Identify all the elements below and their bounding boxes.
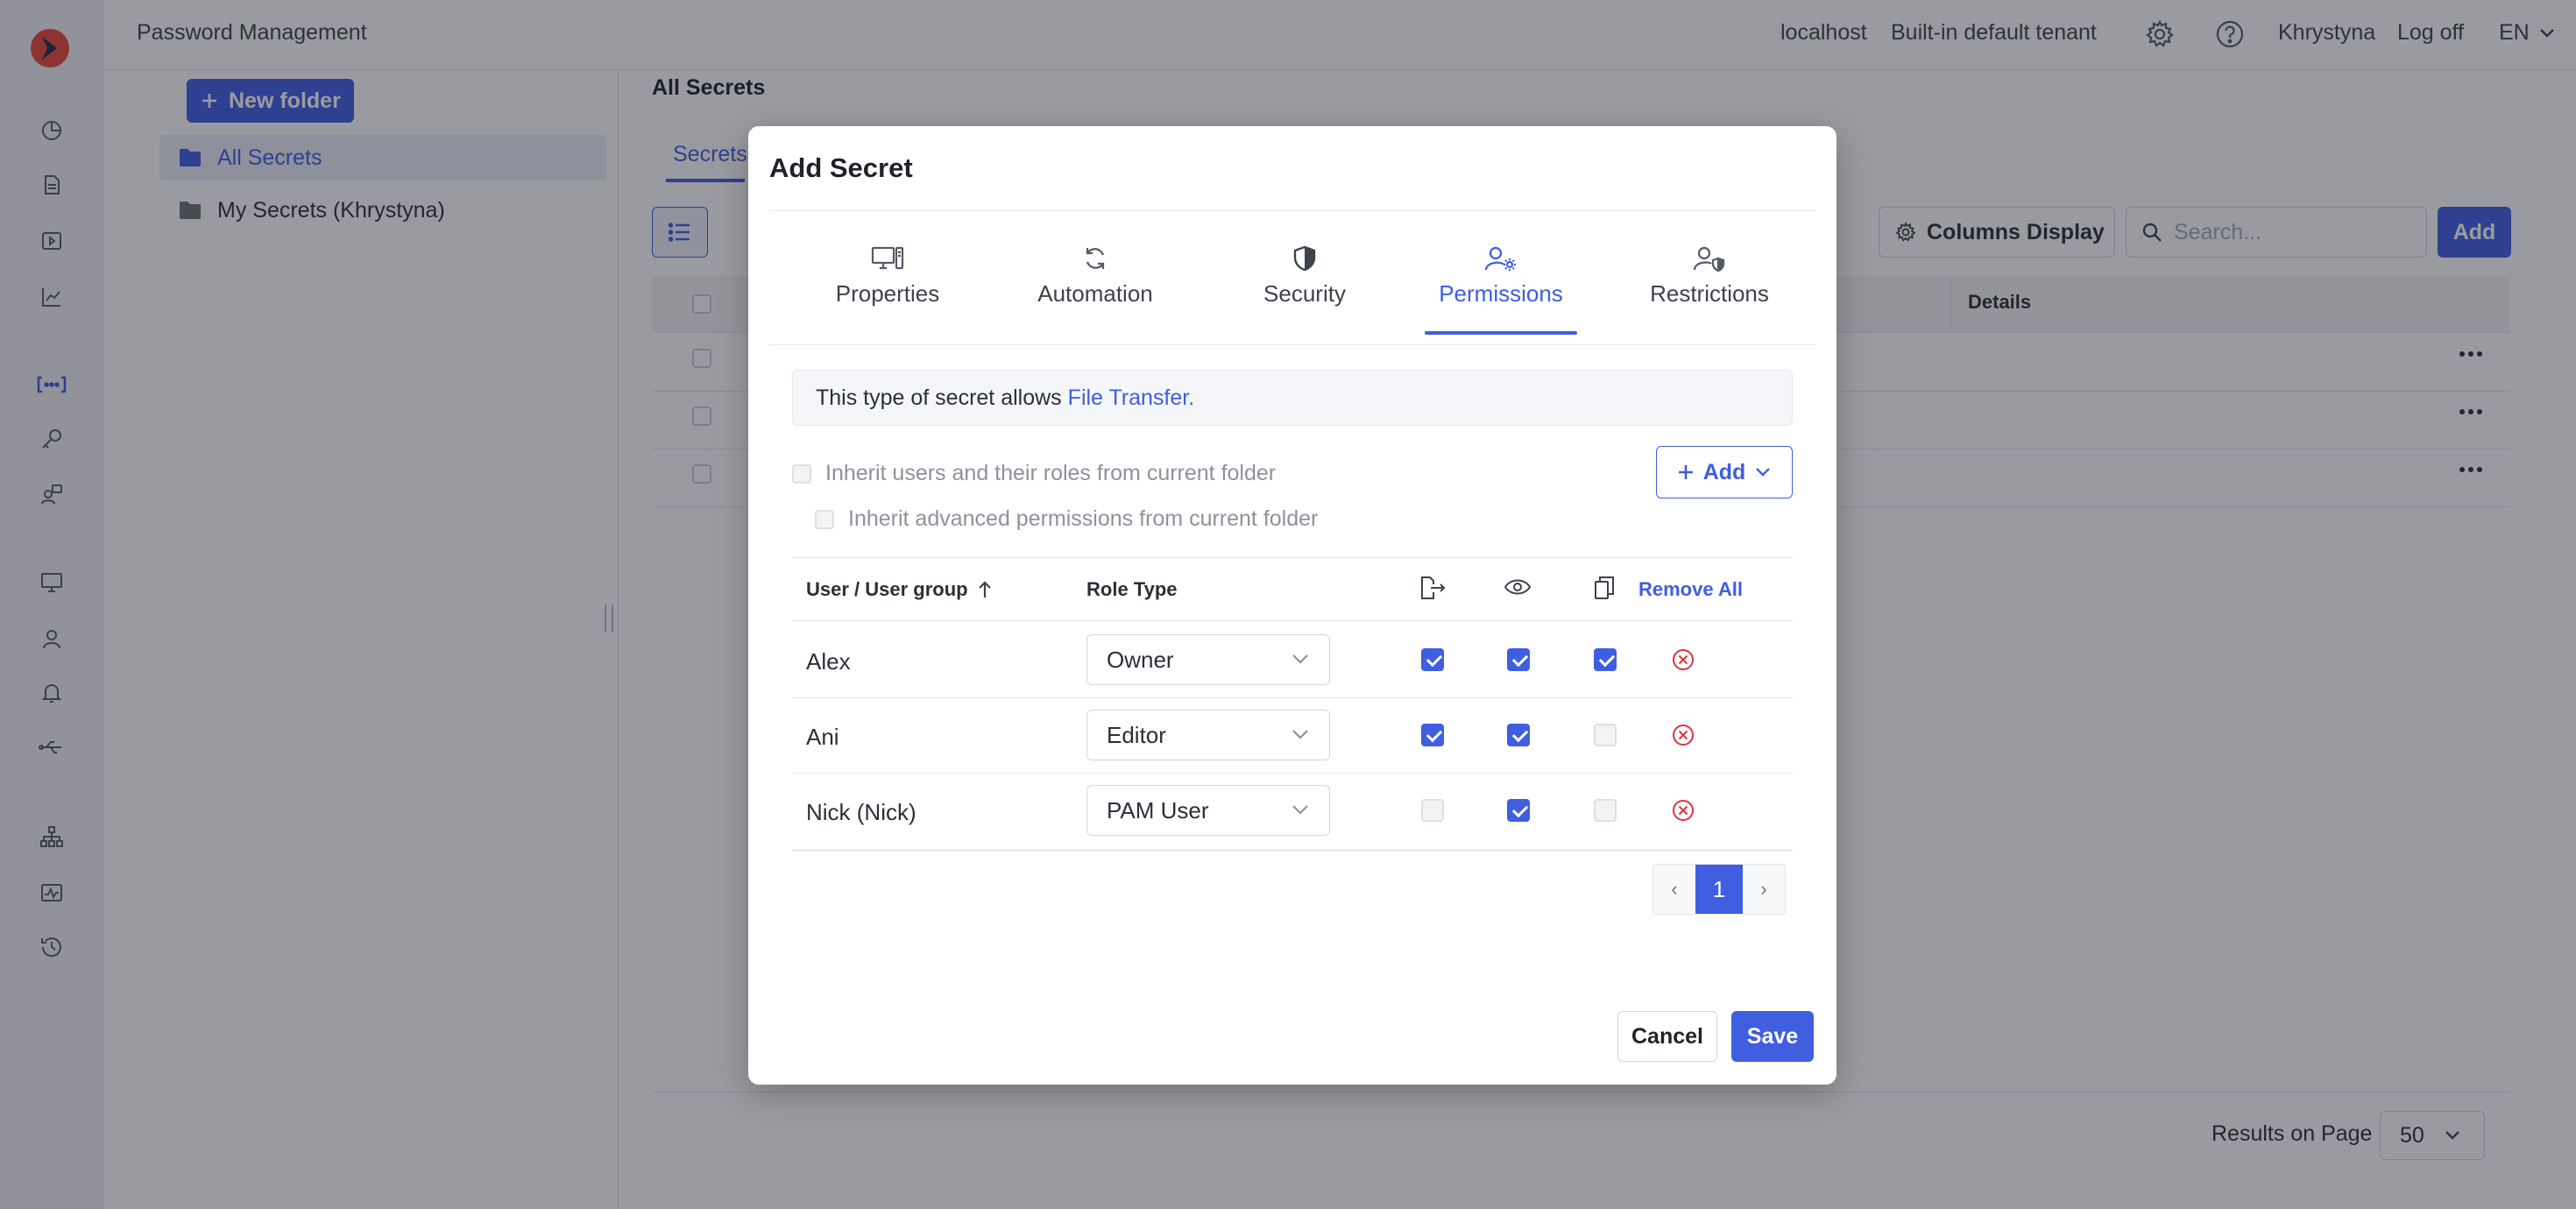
tab-label: Permissions [1439, 280, 1563, 307]
file-transfer-icon [1419, 575, 1447, 601]
chevron-down-icon [1291, 803, 1310, 816]
tab-properties[interactable]: Properties [822, 245, 953, 308]
chevron-down-icon [1291, 653, 1310, 665]
dialog-title: Add Secret [769, 152, 913, 183]
tab-label: Security [1263, 280, 1346, 307]
divider [769, 210, 1815, 211]
plus-icon [1677, 463, 1695, 481]
copy-permission-checkbox[interactable] [1594, 648, 1617, 671]
tab-security[interactable]: Security [1239, 245, 1370, 308]
info-banner: This type of secret allows File Transfer. [792, 370, 1793, 426]
divider [769, 344, 1815, 345]
page-1-button[interactable]: 1 [1695, 865, 1743, 914]
remove-row-icon[interactable] [1672, 799, 1695, 822]
inherit-users-checkbox[interactable]: Inherit users and their roles from curre… [792, 461, 1276, 486]
user-gear-icon [1425, 245, 1577, 272]
row-divider [792, 850, 1793, 851]
inherit-users-label: Inherit users and their roles from curre… [825, 461, 1277, 485]
info-text: This type of secret allows [816, 385, 1062, 410]
save-button[interactable]: Save [1731, 1011, 1814, 1062]
inherit-advanced-label: Inherit advanced permissions from curren… [848, 506, 1319, 531]
divider [792, 620, 1793, 621]
role-select[interactable]: Editor [1086, 710, 1330, 760]
add-permission-button[interactable]: Add [1656, 446, 1793, 498]
pagination: ‹ 1 › [1652, 864, 1786, 915]
sort-arrow-up-icon[interactable] [977, 580, 993, 599]
active-tab-indicator [1425, 331, 1577, 335]
eye-icon [1504, 576, 1532, 597]
divider [792, 557, 1793, 558]
prev-page-button[interactable]: ‹ [1653, 865, 1695, 914]
row-user-name: Nick (Nick) [806, 799, 916, 825]
monitor-icon [822, 245, 953, 272]
view-permission-checkbox[interactable] [1507, 724, 1530, 746]
user-shield-icon [1644, 245, 1775, 272]
role-column-header: Role Type [1086, 578, 1178, 600]
add-label: Add [1702, 459, 1746, 484]
role-value: Owner [1107, 646, 1174, 673]
row-user-name: Ani [806, 724, 839, 750]
remove-all-button[interactable]: Remove All [1638, 578, 1743, 601]
copy-permission-checkbox[interactable] [1594, 799, 1617, 822]
user-column-header[interactable]: User / User group [806, 578, 993, 601]
transfer-permission-checkbox[interactable] [1421, 724, 1444, 746]
add-secret-dialog: Add Secret Properties Automation Securit… [748, 126, 1836, 1085]
inherit-advanced-checkbox[interactable]: Inherit advanced permissions from curren… [815, 506, 1318, 532]
transfer-permission-checkbox[interactable] [1421, 648, 1444, 671]
file-transfer-link[interactable]: File Transfer. [1068, 385, 1195, 411]
cancel-button[interactable]: Cancel [1617, 1011, 1717, 1062]
chevron-down-icon [1291, 728, 1310, 740]
refresh-icon [1016, 245, 1174, 272]
remove-row-icon[interactable] [1672, 648, 1695, 671]
shield-icon [1239, 245, 1370, 272]
copy-permission-checkbox[interactable] [1594, 724, 1617, 746]
chevron-down-icon [1754, 466, 1772, 478]
row-divider [792, 697, 1793, 698]
view-permission-checkbox[interactable] [1507, 648, 1530, 671]
tab-label: Restrictions [1650, 280, 1769, 307]
tab-permissions[interactable]: Permissions [1425, 245, 1577, 308]
checkbox[interactable] [792, 463, 811, 484]
row-divider [792, 773, 1793, 774]
next-page-button[interactable]: › [1743, 865, 1785, 914]
tab-label: Automation [1037, 280, 1153, 307]
tab-label: Properties [835, 280, 940, 307]
tab-automation[interactable]: Automation [1016, 245, 1174, 308]
remove-row-icon[interactable] [1672, 724, 1695, 746]
role-value: PAM User [1107, 796, 1209, 824]
role-select[interactable]: PAM User [1086, 785, 1330, 836]
header-label: User / User group [806, 578, 968, 600]
row-user-name: Alex [806, 648, 851, 675]
transfer-permission-checkbox[interactable] [1421, 799, 1444, 822]
view-permission-checkbox[interactable] [1507, 799, 1530, 822]
role-select[interactable]: Owner [1086, 634, 1330, 685]
checkbox[interactable] [815, 509, 834, 529]
copy-icon [1593, 575, 1616, 601]
role-value: Editor [1107, 721, 1166, 748]
tab-restrictions[interactable]: Restrictions [1644, 245, 1775, 308]
